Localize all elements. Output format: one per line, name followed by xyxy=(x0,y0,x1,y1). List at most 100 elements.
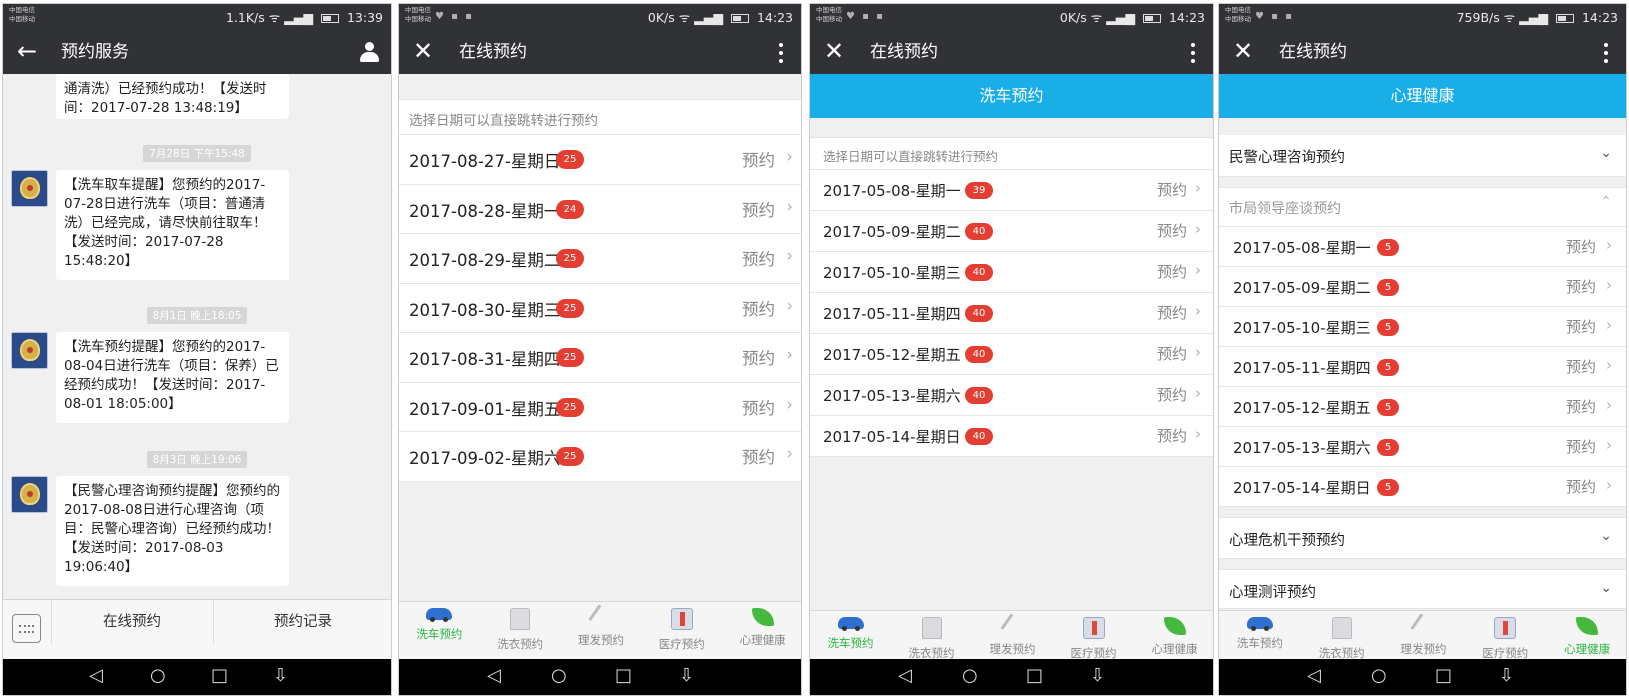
book-action[interactable]: 预约 xyxy=(1157,384,1187,405)
book-action[interactable]: 预约 xyxy=(1157,425,1187,446)
book-action[interactable]: 预约 xyxy=(1566,476,1596,497)
more-menu-icon[interactable] xyxy=(779,43,783,63)
online-booking-menu[interactable]: 在线预约 xyxy=(51,600,213,662)
book-action[interactable]: 预约 xyxy=(742,395,775,419)
book-action[interactable]: 预约 xyxy=(1157,302,1187,323)
nav-back-icon[interactable]: ◁ xyxy=(898,665,912,686)
book-action[interactable]: 预约 xyxy=(1157,179,1187,200)
tab-mental-health[interactable]: 心理健康 xyxy=(1134,617,1213,657)
date-row[interactable]: 2017-08-29-星期二 25 预约 › xyxy=(399,234,801,284)
date-row[interactable]: 2017-05-09-星期二 5 预约 › xyxy=(1219,267,1626,307)
carrier-2: 中国移动 xyxy=(405,15,431,23)
date-row[interactable]: 2017-05-11-星期四 5 预约 › xyxy=(1219,347,1626,387)
nav-notification-icon[interactable]: ⇩ xyxy=(679,665,694,686)
network-speed: 0K/s xyxy=(1059,10,1087,25)
nav-notification-icon[interactable]: ⇩ xyxy=(1090,665,1105,686)
date-row[interactable]: 2017-08-27-星期日 25 预约 › xyxy=(399,135,801,185)
more-menu-icon[interactable] xyxy=(1604,43,1608,63)
section-leader-meeting[interactable]: 市局领导座谈预约 ⌃ xyxy=(1219,187,1626,227)
booking-record-menu[interactable]: 预约记录 xyxy=(213,600,391,662)
section-police-counseling[interactable]: 民警心理咨询预约 ⌄ xyxy=(1219,135,1626,177)
book-action[interactable]: 预约 xyxy=(1157,343,1187,364)
police-emblem-avatar[interactable] xyxy=(11,170,48,207)
date-row[interactable]: 2017-05-12-星期五 5 预约 › xyxy=(1219,387,1626,427)
book-action[interactable]: 预约 xyxy=(1566,396,1596,417)
date-row[interactable]: 2017-08-31-星期四 25 预约 › xyxy=(399,333,801,383)
book-action[interactable]: 预约 xyxy=(1566,436,1596,457)
tab-laundry[interactable]: 洗衣预约 xyxy=(891,617,972,661)
date-row[interactable]: 2017-09-01-星期五 25 预约 › xyxy=(399,382,801,432)
date-row[interactable]: 2017-05-11-星期四 40 预约 › xyxy=(810,293,1213,334)
nav-home-icon[interactable]: ○ xyxy=(1371,665,1387,686)
police-emblem-avatar[interactable] xyxy=(11,332,48,369)
nav-home-icon[interactable]: ○ xyxy=(551,665,567,686)
tab-haircut[interactable]: 理发预约 xyxy=(972,613,1053,657)
tab-car-wash[interactable]: 洗车预约 xyxy=(399,608,480,642)
nav-recents-icon[interactable]: □ xyxy=(211,665,228,686)
keyboard-icon[interactable] xyxy=(12,614,41,643)
police-emblem-avatar[interactable] xyxy=(11,476,48,513)
tab-laundry[interactable]: 洗衣预约 xyxy=(1301,617,1383,661)
nav-home-icon[interactable]: ○ xyxy=(150,665,166,686)
message-bubble: 【洗车取车提醒】您预约的2017-07-28日进行洗车（项目：普通清洗）已经完成… xyxy=(56,170,289,280)
date-row[interactable]: 2017-05-08-星期一 5 预约 › xyxy=(1219,227,1626,267)
book-action[interactable]: 预约 xyxy=(1157,220,1187,241)
nav-notification-icon[interactable]: ⇩ xyxy=(273,665,288,686)
date-row[interactable]: 2017-09-02-星期六 25 预约 › xyxy=(399,432,801,482)
book-action[interactable]: 预约 xyxy=(1566,236,1596,257)
nav-home-icon[interactable]: ○ xyxy=(962,665,978,686)
date-row[interactable]: 2017-05-13-星期六 5 预约 › xyxy=(1219,427,1626,467)
more-menu-icon[interactable] xyxy=(1191,43,1195,63)
nav-back-icon[interactable]: ◁ xyxy=(1307,665,1321,686)
book-action[interactable]: 预约 xyxy=(742,147,775,171)
signal-icon: ᯤ ▂▄▆ xyxy=(1090,10,1135,25)
nav-back-icon[interactable]: ◁ xyxy=(487,665,501,686)
book-action[interactable]: 预约 xyxy=(742,345,775,369)
tab-medical[interactable]: 医疗预约 xyxy=(1464,617,1546,661)
tab-mental-health[interactable]: 心理健康 xyxy=(722,608,801,648)
tab-mental-health[interactable]: 心理健康 xyxy=(1546,617,1626,657)
back-arrow-icon[interactable]: ← xyxy=(17,36,37,66)
book-action[interactable]: 预约 xyxy=(742,444,775,468)
tab-car-wash[interactable]: 洗车预约 xyxy=(1219,617,1301,651)
book-action[interactable]: 预约 xyxy=(1157,261,1187,282)
tab-medical[interactable]: 医疗预约 xyxy=(1053,617,1134,661)
date-row[interactable]: 2017-08-30-星期三 25 预约 › xyxy=(399,283,801,333)
date-label: 2017-05-09-星期二 xyxy=(823,223,961,241)
close-icon[interactable]: ✕ xyxy=(413,36,433,66)
tab-car-wash[interactable]: 洗车预约 xyxy=(810,617,891,651)
book-action[interactable]: 预约 xyxy=(1566,276,1596,297)
battery-icon xyxy=(320,14,339,23)
date-row[interactable]: 2017-08-28-星期一 24 预约 › xyxy=(399,184,801,234)
nav-back-icon[interactable]: ◁ xyxy=(89,665,103,686)
section-crisis-intervention[interactable]: 心理危机干预预约 ⌄ xyxy=(1219,517,1626,559)
date-row[interactable]: 2017-05-12-星期五 40 预约 › xyxy=(810,334,1213,375)
date-row[interactable]: 2017-05-10-星期三 5 预约 › xyxy=(1219,307,1626,347)
tab-haircut[interactable]: 理发预约 xyxy=(561,604,642,648)
book-action[interactable]: 预约 xyxy=(1566,356,1596,377)
book-action[interactable]: 预约 xyxy=(1566,316,1596,337)
availability-count-badge: 25 xyxy=(556,447,584,466)
book-action[interactable]: 预约 xyxy=(742,197,775,221)
availability-count-badge: 5 xyxy=(1377,359,1399,376)
book-action[interactable]: 预约 xyxy=(742,246,775,270)
tab-laundry[interactable]: 洗衣预约 xyxy=(480,608,561,652)
date-row[interactable]: 2017-05-10-星期三 40 预约 › xyxy=(810,252,1213,293)
date-row[interactable]: 2017-05-08-星期一 39 预约 › xyxy=(810,170,1213,211)
date-row[interactable]: 2017-05-14-星期日 40 预约 › xyxy=(810,416,1213,457)
tab-haircut[interactable]: 理发预约 xyxy=(1383,613,1465,657)
close-icon[interactable]: ✕ xyxy=(1233,36,1253,66)
section-psych-test[interactable]: 心理测评预约 ⌄ xyxy=(1219,569,1626,609)
status-right: 0K/s ᯤ ▂▄▆ 14:23 xyxy=(648,9,793,26)
nav-recents-icon[interactable]: □ xyxy=(1026,665,1043,686)
close-icon[interactable]: ✕ xyxy=(824,36,844,66)
date-row[interactable]: 2017-05-13-星期六 40 预约 › xyxy=(810,375,1213,416)
person-icon[interactable] xyxy=(359,42,379,62)
date-row[interactable]: 2017-05-09-星期二 40 预约 › xyxy=(810,211,1213,252)
book-action[interactable]: 预约 xyxy=(742,296,775,320)
nav-recents-icon[interactable]: □ xyxy=(1435,665,1452,686)
nav-notification-icon[interactable]: ⇩ xyxy=(1499,665,1514,686)
tab-medical[interactable]: 医疗预约 xyxy=(641,608,722,652)
date-row[interactable]: 2017-05-14-星期日 5 预约 › xyxy=(1219,467,1626,507)
nav-recents-icon[interactable]: □ xyxy=(615,665,632,686)
